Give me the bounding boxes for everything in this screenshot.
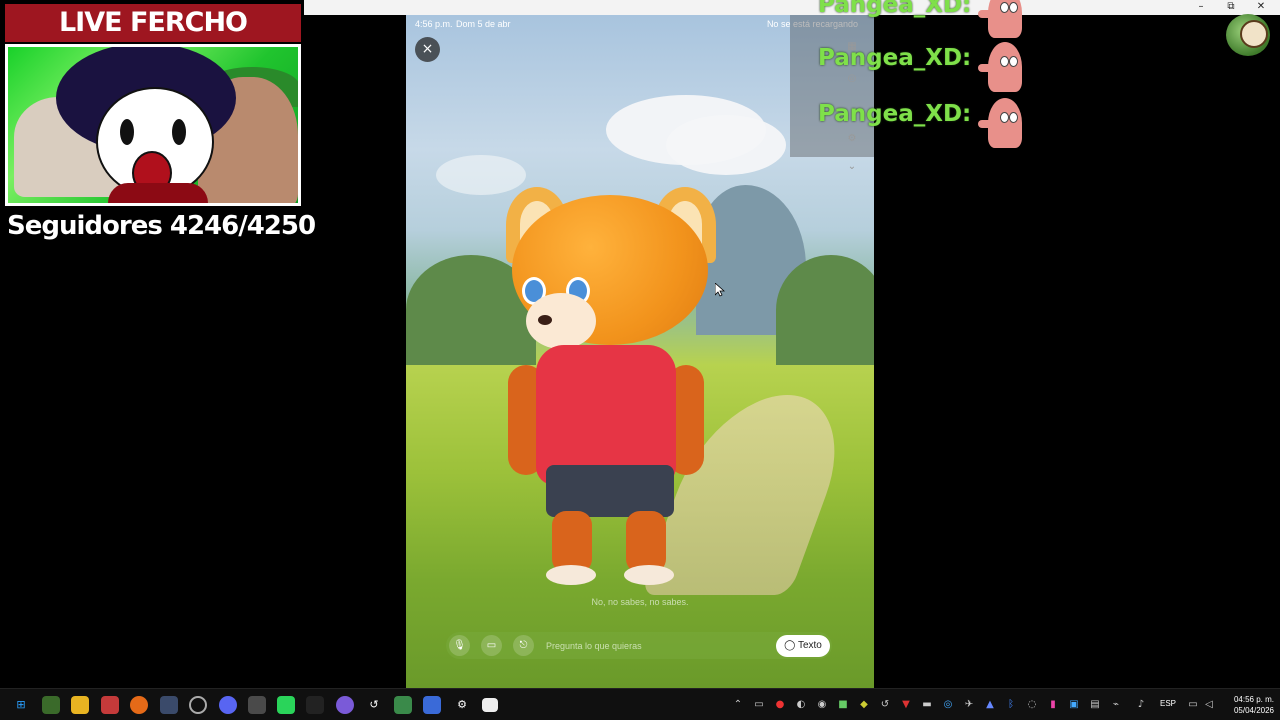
tray-icon[interactable]: ◎ [941,698,955,712]
settings-icon[interactable]: ⚙ [844,133,860,147]
tray-discord-icon[interactable]: ◉ [815,698,829,712]
tray-icon[interactable]: ↺ [878,698,892,712]
chat-username: Pangea_XD: [818,45,972,71]
red-panda-character [502,175,722,595]
tray-icon[interactable]: ▣ [1067,698,1081,712]
cartoon-eye-left [120,119,134,145]
tray-icon[interactable]: ▬ [920,698,934,712]
mirror-side-toolbar: ▦ ◎ ⚙ ⌄ [790,15,874,172]
mic-icon[interactable]: 🎙 [449,635,470,656]
streamer-avatar [1226,14,1270,56]
window-close-button[interactable]: ✕ [1246,0,1276,15]
panda-nose [538,315,552,325]
tray-icon[interactable]: ◆ [857,698,871,712]
close-icon[interactable]: × [415,37,440,62]
tray-icon[interactable]: ▼ [899,698,913,712]
ask-input[interactable] [546,638,766,654]
cloud [666,115,786,175]
target-icon[interactable]: ◎ [844,73,860,87]
chat-username: Pangea_XD: [818,101,972,127]
display-icon[interactable]: ▭ [1186,698,1200,712]
screen: – ⧉ ✕ LIVE FERCHO REACTION Seguidores 42… [0,0,1280,720]
restore-button[interactable]: ⧉ [1216,0,1246,15]
follower-goal: Seguidores 4246/4250 [7,211,316,241]
tray-icon[interactable]: ▭ [752,698,766,712]
panda-foot-left [546,565,596,585]
bluetooth-icon[interactable]: ᛒ [1004,698,1018,712]
patrick-emote-icon [978,38,1028,92]
tray-icon[interactable]: ▮ [1046,698,1060,712]
file-explorer-icon[interactable] [71,696,89,714]
tray-icon[interactable]: ▲ [983,698,997,712]
tray-icon[interactable]: ✈ [962,698,976,712]
patrick-emote-icon [978,94,1028,148]
language-indicator[interactable]: ESP [1160,699,1176,708]
attach-icon[interactable]: ⎋ [513,635,534,656]
tray-record-icon[interactable]: ● [773,698,787,712]
app-icon[interactable] [248,696,266,714]
app-icon[interactable] [394,696,412,714]
hill-trees [776,255,874,365]
panda-leg-right [626,511,666,573]
firefox-icon[interactable] [130,696,148,714]
volume-icon[interactable]: ◁ [1202,698,1216,712]
microphone-icon[interactable]: ♪ [1134,698,1148,712]
taskbar-clock[interactable]: 04:56 p. m. 05/04/2026 [1218,694,1274,716]
panda-foot-right [624,565,674,585]
app-icon[interactable] [423,696,441,714]
settings-gear-icon[interactable]: ⚙ [453,696,471,714]
dark-shorts [546,465,674,517]
app-icon[interactable] [306,696,324,714]
text-mode-button[interactable]: ◯ Texto [776,635,830,657]
active-window-icon[interactable] [482,698,498,712]
panda-leg-left [552,511,592,573]
kick-icon[interactable] [277,696,295,714]
webcam-overlay [5,44,301,206]
app-icon[interactable] [336,696,354,714]
windows-taskbar: ⊞ ↺ ⚙ ⌃ ▭ ● ◐ ◉ ■ ◆ ↺ ▼ ▬ ◎ ✈ ▲ ᛒ ◌ ▮ ▣ … [0,688,1280,720]
clock-date: 05/04/2026 [1233,706,1274,715]
minimize-button[interactable]: – [1186,0,1216,15]
obs-icon[interactable] [189,696,207,714]
chevron-down-icon[interactable]: ⌄ [844,161,860,175]
start-windows-icon[interactable]: ⊞ [12,696,30,714]
red-hoodie [536,345,676,485]
stream-banner-title: LIVE FERCHO REACTION [5,4,301,76]
network-icon[interactable]: ⌁ [1109,698,1123,712]
tray-icon[interactable]: ◐ [794,698,808,712]
chat-username: Pangea_XD: [818,0,972,18]
tray-icon[interactable]: ◌ [1025,698,1039,712]
chevron-up-icon[interactable]: ⌃ [731,698,745,712]
tray-icon[interactable]: ▤ [1088,698,1102,712]
cartoon-eye-right [172,119,186,145]
status-date: Dom 5 de abr [456,19,511,29]
cartoon-body [108,183,208,203]
panda-muzzle [526,293,596,349]
chat-bubble-icon: ◯ [784,640,796,651]
status-time: 4:56 p.m. [415,19,453,29]
discord-icon[interactable] [219,696,237,714]
app-icon[interactable] [42,696,60,714]
speech-subtitle: No, no sabes, no sabes. [591,597,689,607]
host-window-titlebar: – ⧉ ✕ [304,0,1280,15]
app-icon[interactable] [101,696,119,714]
app-icon[interactable] [160,696,178,714]
message-composer: 🎙 ▭ ⎋ ◯ Texto [446,632,832,659]
app-icon[interactable]: ↺ [365,696,383,714]
patrick-emote-icon [978,0,1028,38]
tray-icon[interactable]: ■ [836,698,850,712]
camera-icon[interactable]: ▭ [481,635,502,656]
clock-time: 04:56 p. m. [1233,695,1274,704]
text-mode-label: Texto [797,640,822,651]
